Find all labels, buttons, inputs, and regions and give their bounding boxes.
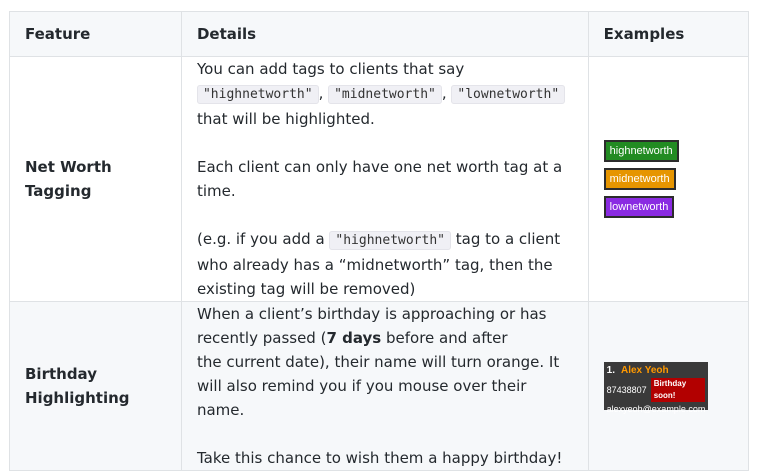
text-span: before and after (381, 329, 508, 347)
details-net-worth: You can add tags to clients that say "hi… (180, 56, 589, 302)
card-email: alexyeoh@example.com (606, 404, 706, 414)
text-span: , (318, 84, 329, 102)
card-name: Alex Yeoh (620, 365, 669, 376)
card-name-line: 1. Alex Yeoh (607, 364, 705, 378)
client-card: 1. Alex Yeoh 87438807 Birthday soon! alexy… (603, 362, 708, 414)
code-highnetworth: "highnetworth" (196, 85, 319, 104)
text-span: , (441, 84, 452, 102)
features-table: Feature Details Examples Net Worth Taggi… (9, 11, 750, 471)
card-phone: 87438807 (606, 385, 647, 395)
examples-net-worth: highnetworth midnetworth lownetworth (587, 56, 750, 302)
code-highnetworth: "highnetworth" (329, 231, 451, 250)
tag-midnetworth: midnetworth (603, 168, 676, 190)
text-span: You can add tags to clients that say (196, 60, 465, 78)
examples-birthday: 1. Alex Yeoh 87438807 Birthday soon! alexy… (587, 301, 750, 471)
details-paragraph: You can add tags to clients that say "hi… (196, 57, 573, 131)
bold-text: 7 days (326, 329, 382, 347)
table-header-row: Feature Details Examples (9, 11, 750, 57)
details-paragraph: Take this chance to wish them a happy bi… (196, 449, 563, 467)
tag-lownetworth: lownetworth (603, 196, 675, 218)
details-paragraph: Each client can only have one net worth … (196, 158, 563, 200)
card-phone-line: 87438807 Birthday soon! (607, 378, 705, 402)
text-span: that will be highlighted. (196, 110, 375, 128)
table-row: Net Worth Tagging You can add tags to cl… (9, 56, 750, 302)
header-feature: Feature (9, 11, 182, 57)
details-paragraph: When a client’s birthday is approaching … (197, 302, 573, 422)
table-row: Birthday Highlighting When a client’s bi… (9, 301, 750, 471)
feature-net-worth: Net Worth Tagging (9, 56, 182, 302)
code-midnetworth: "midnetworth" (328, 85, 442, 104)
header-details: Details (180, 11, 589, 57)
feature-birthday: Birthday Highlighting (9, 301, 182, 471)
code-lownetworth: "lownetworth" (451, 85, 566, 104)
text-span: (e.g. if you add a (196, 230, 330, 248)
tag-highnetworth: highnetworth (603, 140, 679, 162)
text-span: the current date), their name will turn … (196, 353, 560, 419)
card-index: 1. (606, 365, 615, 376)
details-birthday: When a client’s birthday is approaching … (180, 301, 589, 471)
header-examples: Examples (587, 11, 750, 57)
birthday-badge: Birthday soon! (650, 378, 705, 402)
details-paragraph: (e.g. if you add a "highnetworth" tag to… (197, 227, 573, 301)
